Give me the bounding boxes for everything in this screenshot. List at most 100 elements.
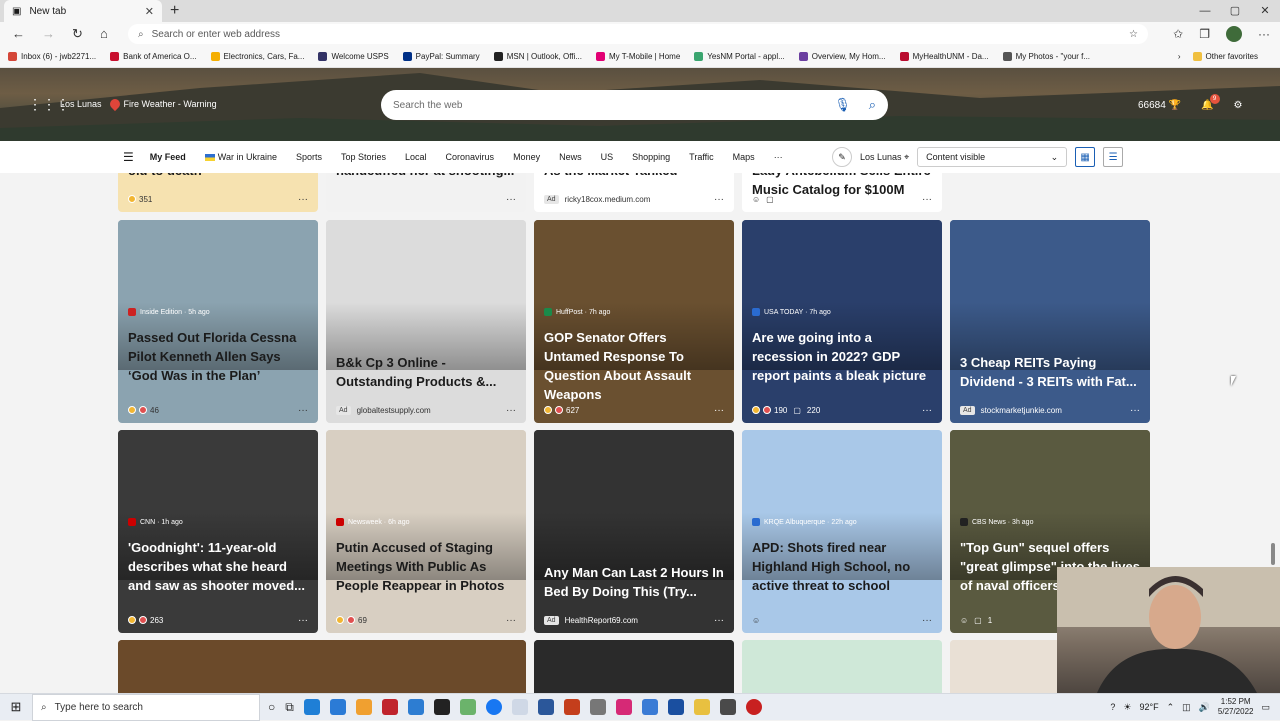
news-card[interactable]: KRQE Albuquerque · 22h ago APD: Shots fir… [742, 430, 942, 633]
comment-icon[interactable]: ▢ [974, 616, 982, 625]
more-options-icon[interactable]: ··· [298, 405, 308, 416]
content-visibility-select[interactable]: Content visible ⌄ [917, 147, 1068, 167]
add-favorite-icon[interactable]: ☆ [1129, 29, 1138, 40]
favorite-link[interactable]: MSN | Outlook, Offi... [493, 52, 582, 61]
news-card[interactable] [742, 640, 942, 693]
nav-item[interactable]: My Feed [150, 152, 186, 162]
app-icon[interactable] [563, 699, 580, 715]
app-icon[interactable] [355, 699, 372, 715]
nav-item[interactable]: Coronavirus [446, 152, 495, 162]
app-icon[interactable] [381, 699, 398, 715]
nav-item[interactable]: War in Ukraine [204, 152, 277, 162]
favorite-link[interactable]: My T-Mobile | Home [595, 52, 680, 61]
app-icon[interactable] [589, 699, 606, 715]
news-card[interactable]: Newsweek · 6h ago Putin Accused of Stagin… [326, 430, 526, 633]
news-card[interactable]: As the Market Tanked Ad ricky18cox.medium.… [534, 173, 734, 212]
more-options-icon[interactable]: ··· [922, 194, 932, 205]
like-icon[interactable]: ☺ [752, 195, 760, 204]
news-card[interactable] [118, 640, 526, 693]
comment-icon[interactable]: ▢ [766, 195, 774, 204]
favorite-link[interactable]: YesNM Portal - appl... [694, 52, 785, 61]
card-title[interactable]: Any Man Can Last 2 Hours In Bed By Doing… [544, 563, 724, 601]
list-view-icon[interactable]: ☰ [1103, 147, 1124, 167]
card-source[interactable]: HealthReport69.com [565, 616, 638, 625]
home-icon[interactable]: ⌂ [100, 26, 108, 41]
nav-item[interactable]: Local [405, 152, 427, 162]
card-title[interactable]: As the Market Tanked [544, 173, 724, 180]
nav-item[interactable]: Maps [733, 152, 755, 162]
card-title[interactable]: handcuffed her at shooting... [336, 173, 516, 180]
help-icon[interactable]: ? [1110, 702, 1115, 712]
favorite-link[interactable]: MyHealthUNM - Da... [899, 52, 989, 61]
address-input[interactable]: ⌕ Search or enter web address ☆ [128, 24, 1148, 44]
favorites-icon[interactable]: ✩ [1173, 27, 1183, 41]
news-card[interactable]: handcuffed her at shooting... ··· [326, 173, 526, 212]
news-card[interactable]: CNN · 1h ago 'Goodnight': 11-year-old des… [118, 430, 318, 633]
favorite-link[interactable]: Bank of America O... [110, 52, 197, 61]
forward-icon[interactable]: → [42, 26, 55, 41]
favorite-link[interactable]: My Photos - "your f... [1002, 52, 1090, 61]
chevron-right-icon[interactable]: › [1178, 52, 1181, 61]
clock[interactable]: 1:52 PM 5/27/2022 [1218, 697, 1254, 717]
edge-icon[interactable] [303, 699, 320, 715]
favorite-link[interactable]: Electronics, Cars, Fa... [210, 52, 304, 61]
news-card[interactable]: Any Man Can Last 2 Hours In Bed By Doing… [534, 430, 734, 633]
microphone-icon[interactable]: 🎙 [834, 97, 851, 113]
card-source[interactable]: USA TODAY · 7h ago [752, 308, 831, 316]
rewards-points[interactable]: 66684 🏆 [1138, 100, 1181, 111]
news-card[interactable]: old to death 351 ··· [118, 173, 318, 212]
tab-new-tab[interactable]: ▣ New tab ✕ [4, 0, 162, 22]
app-icon[interactable] [719, 699, 736, 715]
refresh-icon[interactable]: ↻ [72, 26, 83, 42]
feed-location[interactable]: Los Lunas ⌖ [860, 152, 909, 163]
store-icon[interactable] [407, 699, 424, 715]
news-card[interactable] [534, 640, 734, 693]
chevron-up-icon[interactable]: ⌃ [1167, 702, 1175, 713]
app-icon[interactable] [745, 699, 762, 715]
more-options-icon[interactable]: ··· [714, 405, 724, 416]
grid-view-icon[interactable]: ▦ [1075, 147, 1096, 167]
web-search-input[interactable]: Search the web 🎙 ⌕ [381, 90, 888, 120]
word-icon[interactable] [537, 699, 554, 715]
folder-icon[interactable] [693, 699, 710, 715]
more-options-icon[interactable]: ··· [298, 194, 308, 205]
card-source[interactable]: globaltestsupply.com [357, 406, 431, 415]
card-title[interactable]: Putin Accused of Staging Meetings With P… [336, 538, 516, 595]
nav-item[interactable]: Traffic [689, 152, 714, 162]
notification-center-icon[interactable]: ▭ [1261, 702, 1270, 713]
volume-icon[interactable]: 🔊 [1199, 702, 1210, 713]
collections-icon[interactable]: ❐ [1199, 27, 1210, 41]
like-icon[interactable]: ☺ [752, 616, 760, 625]
search-icon[interactable]: ⌕ [869, 97, 876, 113]
taskbar-search-input[interactable]: ⌕ Type here to search [32, 693, 260, 721]
card-title[interactable]: 3 Cheap REITs Paying Dividend - 3 REITs … [960, 353, 1140, 391]
card-title[interactable]: Passed Out Florida Cessna Pilot Kenneth … [128, 328, 308, 385]
instagram-icon[interactable] [615, 699, 632, 715]
weather-location[interactable]: Los Lunas Fire Weather - Warning [60, 96, 217, 112]
nav-item[interactable]: Money [513, 152, 540, 162]
more-options-icon[interactable]: ··· [1130, 405, 1140, 416]
app-icon[interactable] [641, 699, 658, 715]
card-source[interactable]: ricky18cox.medium.com [565, 195, 651, 204]
card-title[interactable]: GOP Senator Offers Untamed Response To Q… [544, 328, 724, 404]
minimize-icon[interactable]: — [1190, 0, 1220, 22]
weather-icon[interactable]: ☀ [1123, 702, 1131, 713]
profile-avatar[interactable] [1226, 26, 1242, 42]
nav-item[interactable]: Top Stories [341, 152, 386, 162]
more-options-icon[interactable]: ··· [298, 615, 308, 626]
card-source[interactable]: HuffPost · 7h ago [544, 308, 610, 316]
more-options-icon[interactable]: ··· [506, 615, 516, 626]
card-title[interactable]: APD: Shots fired near Highland High Scho… [752, 538, 932, 595]
network-icon[interactable]: ◫ [1182, 702, 1191, 713]
notifications-bell-icon[interactable]: 🔔 9 [1201, 94, 1220, 111]
news-card[interactable]: 3 Cheap REITs Paying Dividend - 3 REITs … [950, 220, 1150, 423]
maximize-icon[interactable]: ▢ [1220, 0, 1250, 22]
app-icon[interactable] [459, 699, 476, 715]
pencil-icon[interactable]: ✎ [832, 147, 852, 167]
news-card[interactable]: USA TODAY · 7h ago Are we going into a re… [742, 220, 942, 423]
card-source[interactable]: stockmarketjunkie.com [981, 406, 1062, 415]
app-icon[interactable] [329, 699, 346, 715]
close-window-icon[interactable]: ✕ [1250, 0, 1280, 22]
temperature[interactable]: 92°F [1140, 702, 1159, 712]
app-icon[interactable] [667, 699, 684, 715]
